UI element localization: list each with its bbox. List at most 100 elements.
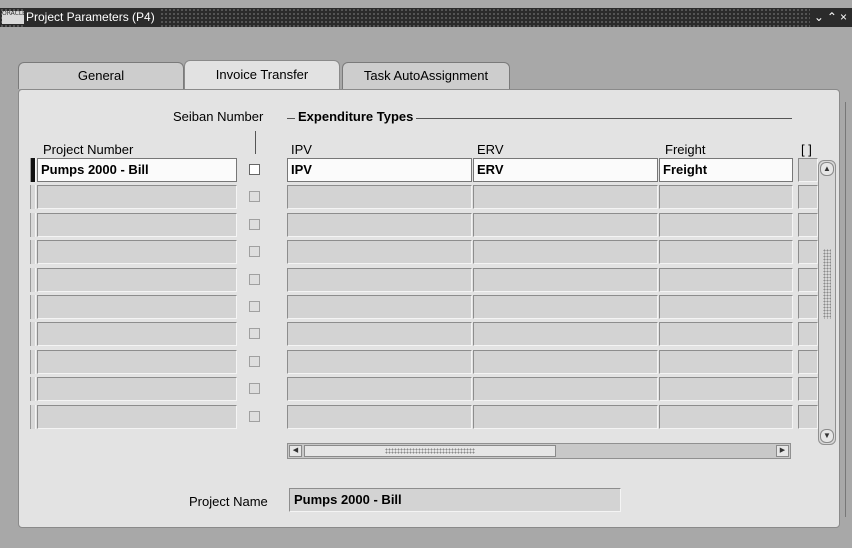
freight-cell[interactable] xyxy=(659,377,793,401)
extra-cell[interactable] xyxy=(798,213,818,237)
extra-cell[interactable] xyxy=(798,185,818,209)
extra-cell[interactable] xyxy=(798,377,818,401)
project-number-cell[interactable] xyxy=(37,268,237,292)
ipv-cell[interactable] xyxy=(287,185,472,209)
extra-cell[interactable] xyxy=(798,240,818,264)
seiban-column-divider xyxy=(255,131,256,154)
oracle-logo-icon: ORACLE xyxy=(2,11,24,24)
extra-cell[interactable] xyxy=(798,158,818,182)
seiban-number-checkbox[interactable] xyxy=(249,274,260,285)
freight-cell[interactable] xyxy=(659,240,793,264)
record-indicator[interactable] xyxy=(30,322,36,346)
seiban-number-checkbox[interactable] xyxy=(249,246,260,257)
right-arrow-icon[interactable]: ▶ xyxy=(776,445,789,457)
seiban-number-checkbox[interactable] xyxy=(249,164,260,175)
project-number-cell[interactable] xyxy=(37,185,237,209)
project-number-cell[interactable] xyxy=(37,350,237,374)
minimize-icon[interactable]: ⌄ xyxy=(814,10,827,24)
record-indicator[interactable] xyxy=(30,240,36,264)
record-indicator[interactable] xyxy=(30,185,36,209)
freight-cell[interactable] xyxy=(659,405,793,429)
erv-header: ERV xyxy=(477,142,504,157)
seiban-number-checkbox[interactable] xyxy=(249,356,260,367)
extra-column-header: [ ] xyxy=(801,142,812,157)
window-controls[interactable]: ⌄⌃× xyxy=(809,8,852,27)
window-title-bar[interactable]: ORACLE Project Parameters (P4) ⌄⌃× xyxy=(0,8,852,27)
project-number-cell[interactable] xyxy=(37,405,237,429)
record-indicator[interactable] xyxy=(30,158,36,182)
horizontal-scroll-thumb[interactable] xyxy=(304,445,556,457)
window-title: Project Parameters (P4) xyxy=(24,8,161,27)
erv-cell[interactable] xyxy=(473,268,658,292)
erv-cell[interactable] xyxy=(473,377,658,401)
ipv-cell[interactable] xyxy=(287,405,472,429)
erv-cell[interactable] xyxy=(473,295,658,319)
tab-strip: General Invoice Transfer Task AutoAssign… xyxy=(18,60,838,91)
freight-cell[interactable] xyxy=(659,268,793,292)
ipv-cell[interactable] xyxy=(287,268,472,292)
seiban-number-checkbox[interactable] xyxy=(249,328,260,339)
freight-header: Freight xyxy=(665,142,706,157)
vertical-scrollbar[interactable]: ▲ ▼ xyxy=(818,160,836,445)
down-arrow-icon[interactable]: ▼ xyxy=(820,429,834,443)
tab-invoice-transfer[interactable]: Invoice Transfer xyxy=(184,60,340,91)
ipv-cell[interactable]: IPV xyxy=(287,158,472,182)
seiban-number-checkbox[interactable] xyxy=(249,191,260,202)
erv-cell[interactable] xyxy=(473,213,658,237)
project-name-field[interactable]: Pumps 2000 - Bill xyxy=(289,488,621,512)
project-number-header: Project Number xyxy=(43,142,134,157)
maximize-icon[interactable]: ⌃ xyxy=(827,10,840,24)
extra-cell[interactable] xyxy=(798,405,818,429)
ipv-header: IPV xyxy=(291,142,312,157)
project-number-cell[interactable] xyxy=(37,240,237,264)
project-number-cell[interactable] xyxy=(37,322,237,346)
panel-right-edge xyxy=(845,102,846,517)
seiban-number-checkbox[interactable] xyxy=(249,383,260,394)
erv-cell[interactable] xyxy=(473,240,658,264)
invoice-transfer-panel: Seiban Number Expenditure Types Project … xyxy=(18,89,846,528)
erv-cell[interactable]: ERV xyxy=(473,158,658,182)
tab-task-autoassignment[interactable]: Task AutoAssignment xyxy=(342,62,510,89)
project-number-cell[interactable] xyxy=(37,377,237,401)
up-arrow-icon[interactable]: ▲ xyxy=(820,162,834,176)
record-indicator[interactable] xyxy=(30,377,36,401)
record-indicator[interactable] xyxy=(30,213,36,237)
seiban-number-checkbox[interactable] xyxy=(249,219,260,230)
freight-cell[interactable] xyxy=(659,322,793,346)
ipv-cell[interactable] xyxy=(287,350,472,374)
ipv-cell[interactable] xyxy=(287,295,472,319)
seiban-number-checkbox[interactable] xyxy=(249,411,260,422)
tab-general[interactable]: General xyxy=(18,62,184,89)
project-number-cell[interactable] xyxy=(37,213,237,237)
record-indicator[interactable] xyxy=(30,405,36,429)
freight-cell[interactable] xyxy=(659,185,793,209)
erv-cell[interactable] xyxy=(473,405,658,429)
ipv-cell[interactable] xyxy=(287,213,472,237)
left-arrow-icon[interactable]: ◀ xyxy=(289,445,302,457)
seiban-number-checkbox[interactable] xyxy=(249,301,260,312)
extra-cell[interactable] xyxy=(798,295,818,319)
project-number-cell[interactable]: Pumps 2000 - Bill xyxy=(37,158,237,182)
ipv-cell[interactable] xyxy=(287,377,472,401)
scroll-grip[interactable] xyxy=(823,249,831,319)
expenditure-types-title: Expenditure Types xyxy=(295,109,417,124)
erv-cell[interactable] xyxy=(473,322,658,346)
freight-cell[interactable] xyxy=(659,213,793,237)
freight-cell[interactable] xyxy=(659,350,793,374)
freight-cell[interactable] xyxy=(659,295,793,319)
extra-cell[interactable] xyxy=(798,322,818,346)
extra-cell[interactable] xyxy=(798,268,818,292)
horizontal-scrollbar[interactable]: ◀ ▶ xyxy=(287,443,791,459)
ipv-cell[interactable] xyxy=(287,322,472,346)
record-indicator[interactable] xyxy=(30,295,36,319)
freight-cell[interactable]: Freight xyxy=(659,158,793,182)
record-indicator[interactable] xyxy=(30,350,36,374)
record-indicator[interactable] xyxy=(30,268,36,292)
horizontal-scroll-grip xyxy=(385,448,475,454)
close-icon[interactable]: × xyxy=(840,10,850,24)
extra-cell[interactable] xyxy=(798,350,818,374)
erv-cell[interactable] xyxy=(473,350,658,374)
erv-cell[interactable] xyxy=(473,185,658,209)
project-number-cell[interactable] xyxy=(37,295,237,319)
ipv-cell[interactable] xyxy=(287,240,472,264)
